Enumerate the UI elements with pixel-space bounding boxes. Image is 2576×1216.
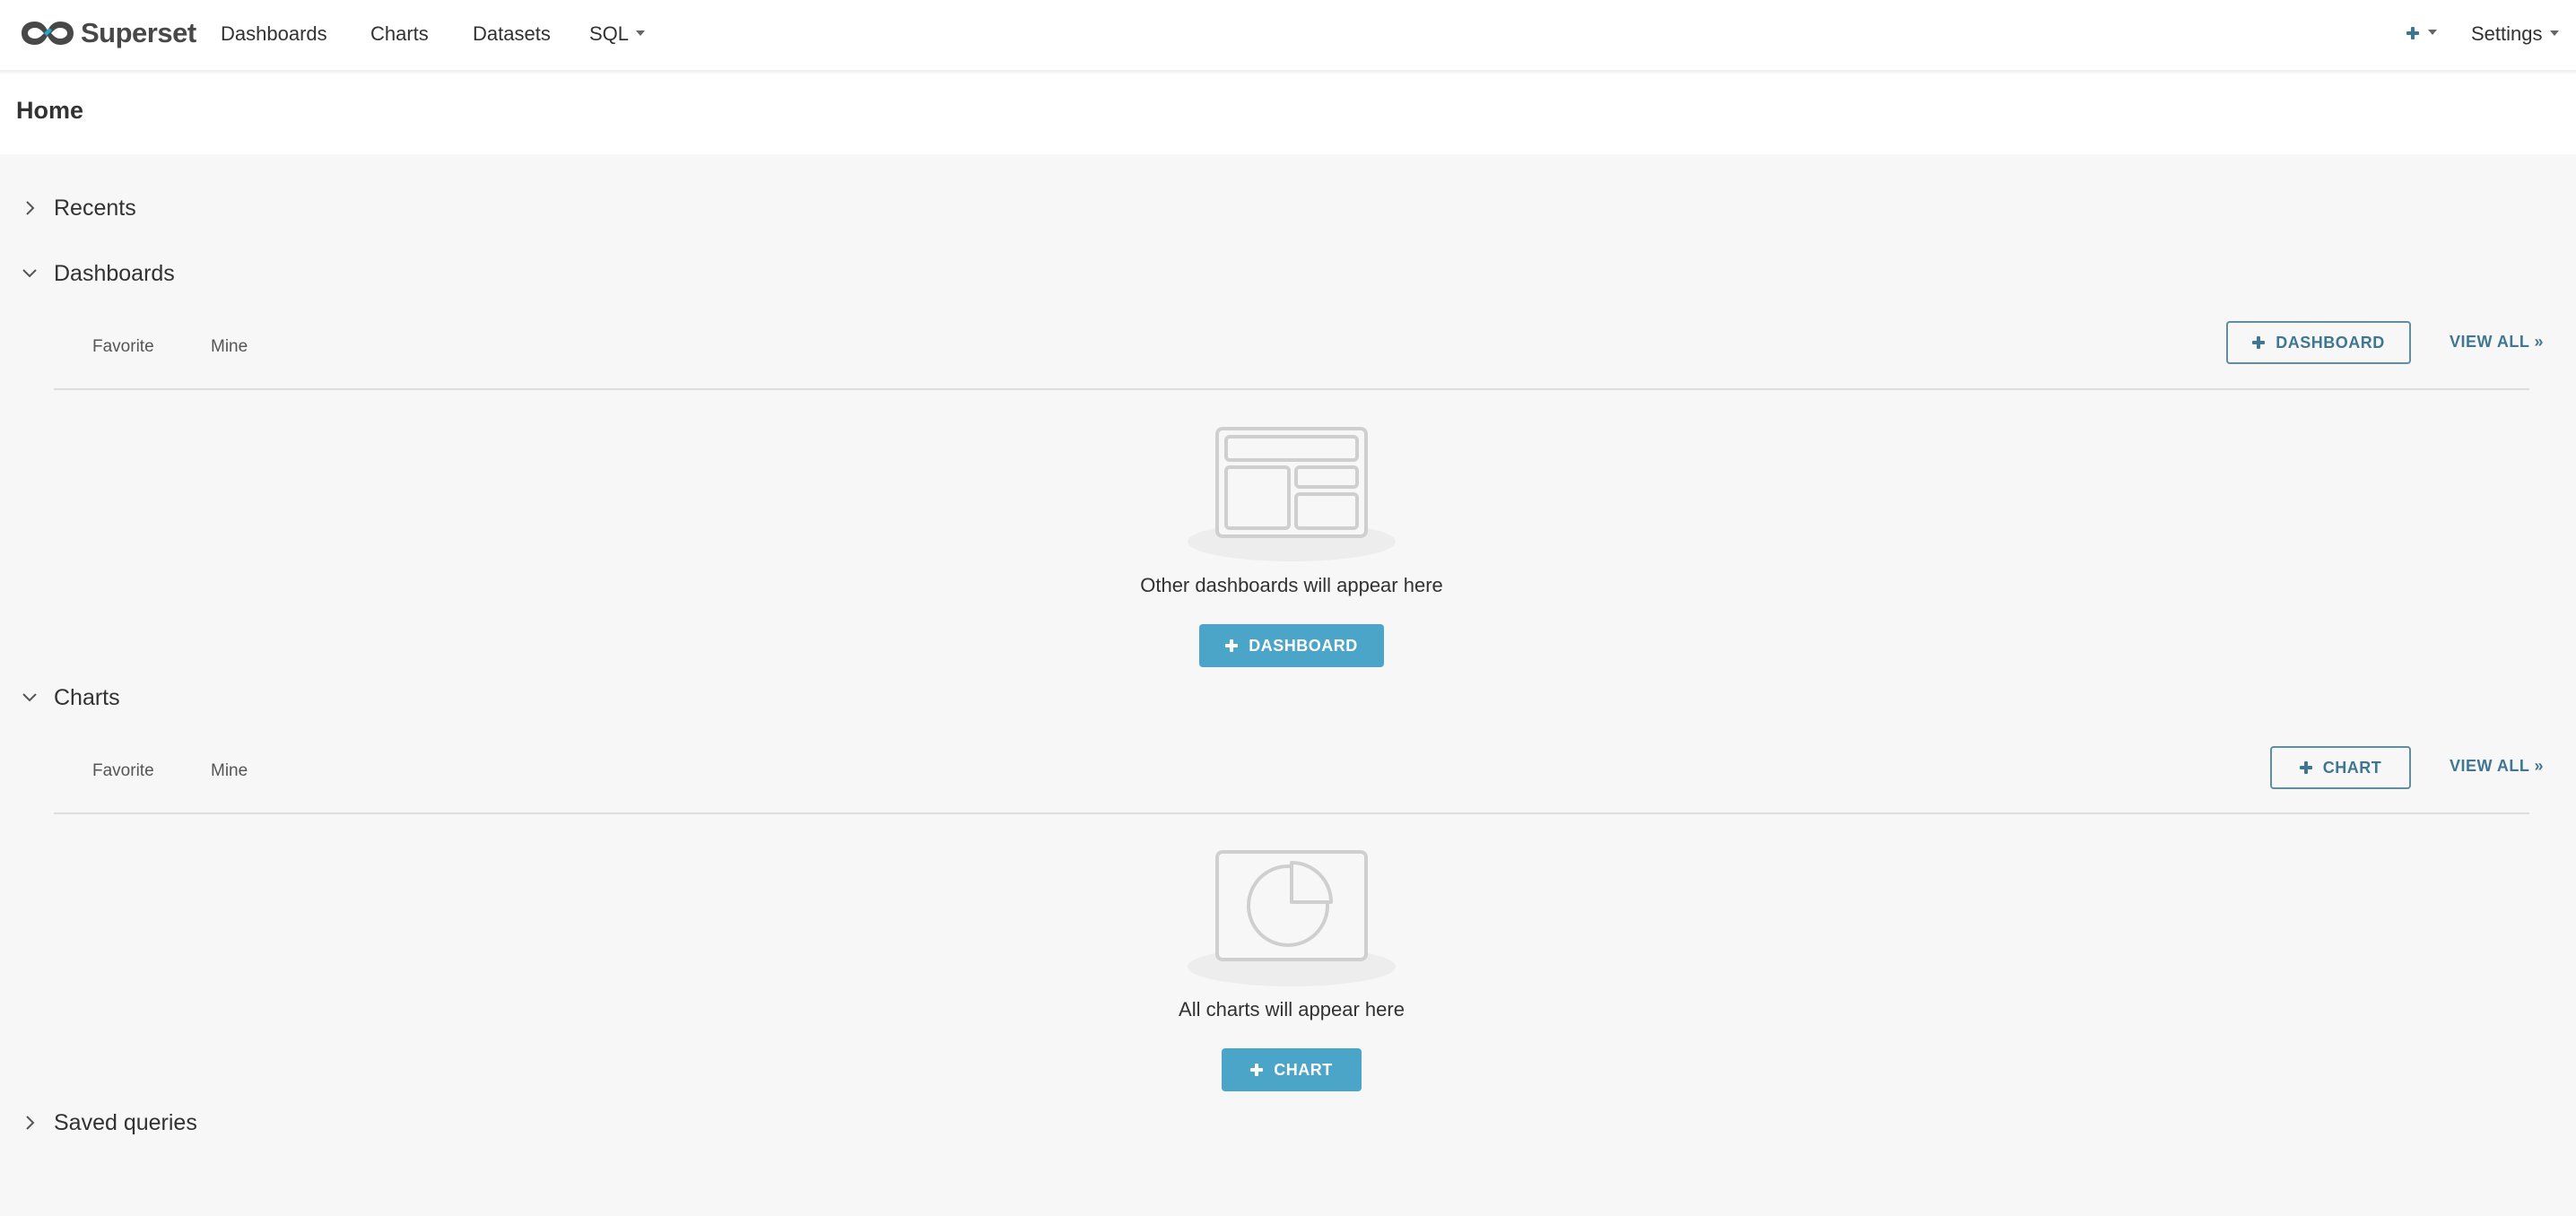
section-title: Charts	[54, 684, 120, 710]
button-label: CHART	[1274, 1060, 1333, 1079]
brand-logo-link[interactable]: Superset	[20, 14, 196, 52]
nav-item-dashboards[interactable]: Dashboards	[221, 20, 327, 48]
tab-dashboards-favorite[interactable]: Favorite	[92, 337, 154, 357]
section-title: Saved queries	[54, 1109, 197, 1135]
recents-section-header[interactable]: Recents	[0, 188, 538, 228]
button-label: CHART	[2322, 758, 2382, 777]
create-dashboard-button[interactable]: DASHBOARD	[1199, 624, 1384, 667]
button-label: DASHBOARD	[2276, 333, 2385, 352]
caret-down-icon	[2549, 30, 2559, 37]
dashboards-empty-message: Other dashboards will appear here	[1140, 574, 1443, 596]
saved-queries-section-header[interactable]: Saved queries	[0, 1103, 538, 1142]
plus-icon	[1225, 639, 1239, 652]
button-label: DASHBOARD	[1249, 636, 1358, 655]
tab-charts-mine[interactable]: Mine	[211, 761, 248, 781]
section-divider	[54, 812, 2529, 814]
chevron-right-icon	[26, 201, 35, 215]
charts-empty-message: All charts will appear here	[1179, 998, 1405, 1021]
tab-charts-favorite[interactable]: Favorite	[92, 761, 154, 781]
superset-logo-icon	[22, 22, 74, 45]
plus-icon	[1250, 1064, 1264, 1076]
nav-item-sql-dropdown[interactable]: SQL	[589, 20, 646, 48]
nav-item-label: SQL	[589, 22, 630, 45]
empty-chart-illustration-icon	[1188, 850, 1396, 986]
add-new-dropdown[interactable]	[2406, 20, 2437, 48]
top-navbar: Superset Dashboards Charts Datasets SQL …	[0, 0, 2576, 72]
plus-icon	[2299, 761, 2312, 774]
nav-item-charts[interactable]: Charts	[370, 20, 429, 48]
plus-icon	[2406, 27, 2421, 41]
caret-down-icon	[2428, 30, 2437, 35]
view-all-charts-link[interactable]: VIEW ALL »	[2450, 757, 2544, 776]
settings-label: Settings	[2471, 22, 2543, 45]
page-title: Home	[16, 97, 84, 124]
caret-down-icon	[636, 30, 646, 37]
nav-item-label: Dashboards	[221, 22, 327, 45]
settings-dropdown[interactable]: Settings	[2471, 20, 2559, 48]
section-title: Dashboards	[54, 260, 175, 286]
chevron-down-icon	[22, 269, 37, 278]
section-divider	[54, 388, 2529, 390]
add-chart-button[interactable]: CHART	[2270, 746, 2411, 789]
empty-dashboard-illustration-icon	[1188, 427, 1396, 561]
chevron-right-icon	[26, 1116, 35, 1130]
create-chart-button[interactable]: CHART	[1222, 1048, 1362, 1091]
add-dashboard-button[interactable]: DASHBOARD	[2226, 321, 2411, 364]
nav-item-datasets[interactable]: Datasets	[473, 20, 551, 48]
tab-dashboards-mine[interactable]: Mine	[211, 337, 248, 357]
nav-item-label: Charts	[370, 22, 429, 45]
section-title: Recents	[54, 195, 136, 221]
brand-name: Superset	[81, 17, 196, 48]
view-all-dashboards-link[interactable]: VIEW ALL »	[2450, 333, 2544, 352]
nav-item-label: Datasets	[473, 22, 551, 45]
chevron-down-icon	[22, 693, 37, 702]
charts-section-header[interactable]: Charts	[0, 678, 538, 717]
plus-icon	[2252, 336, 2266, 349]
page-header: Home	[0, 74, 2576, 154]
dashboards-section-header[interactable]: Dashboards	[0, 254, 538, 293]
